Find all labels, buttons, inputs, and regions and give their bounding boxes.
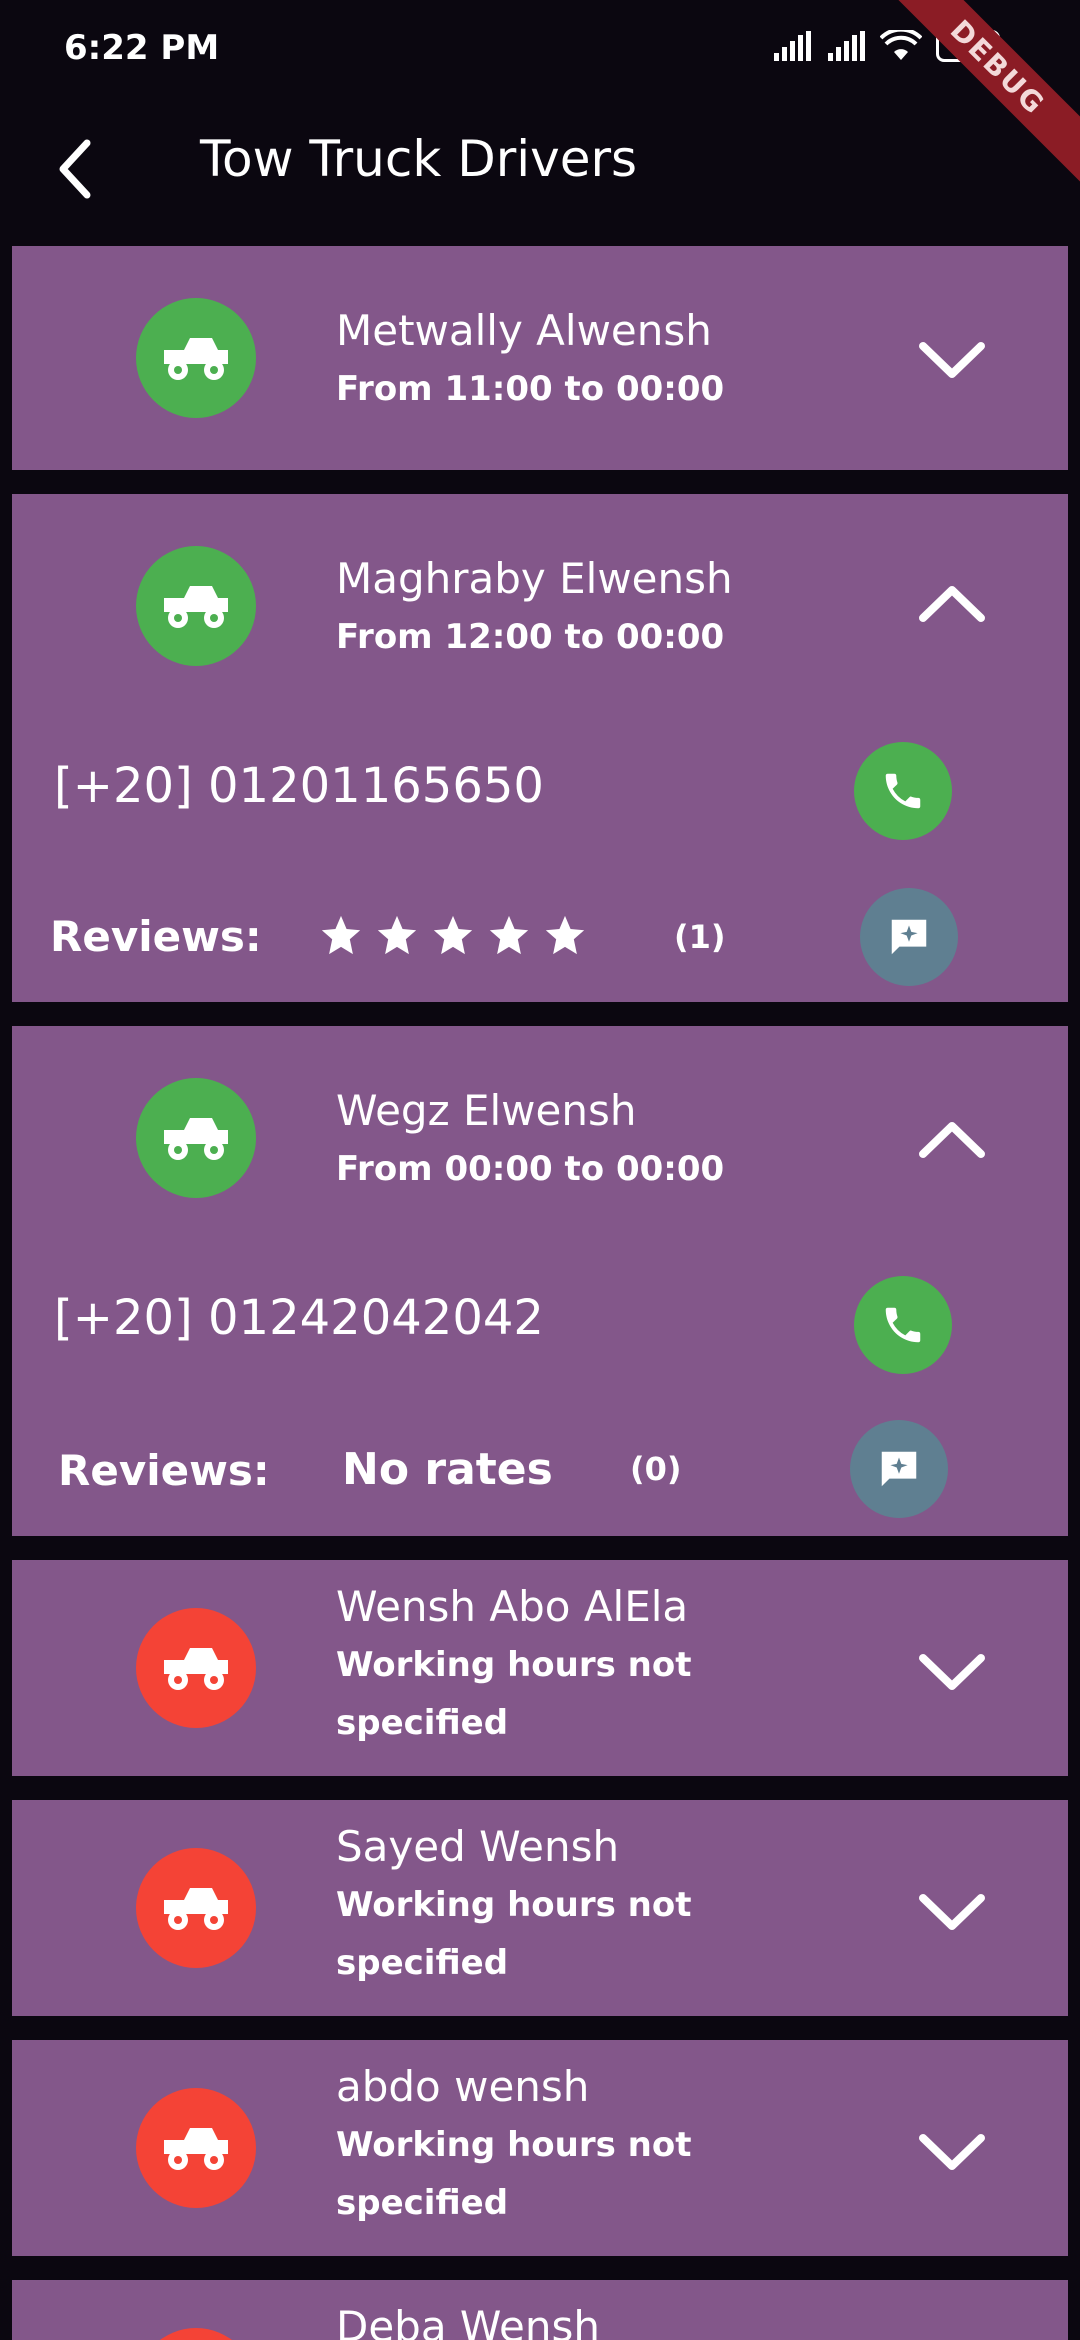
driver-name: Deba Wensh (336, 2302, 600, 2340)
add-review-icon (891, 919, 927, 955)
expand-button[interactable] (912, 2122, 992, 2182)
driver-card[interactable]: Wensh Abo AlEla Working hours not specif… (12, 1560, 1068, 1776)
star-icon (489, 915, 529, 955)
collapse-button[interactable] (912, 574, 992, 634)
tow-truck-icon (164, 338, 228, 380)
status-time: 6:22 PM (64, 28, 220, 68)
driver-hours: From 12:00 to 00:00 (336, 617, 725, 657)
reviews-count: (1) (674, 918, 726, 956)
status-bar: 6:22 PM 46 DEBUG (0, 0, 1080, 197)
driver-name: Maghraby Elwensh (336, 554, 733, 603)
driver-name: Metwally Alwensh (336, 306, 712, 355)
driver-hours: Working hours not specified (336, 1645, 692, 1743)
tow-truck-icon (164, 1888, 228, 1930)
driver-avatar (136, 298, 256, 418)
driver-name: abdo wensh (336, 2062, 590, 2111)
expand-button[interactable] (912, 1882, 992, 1942)
chevron-down-icon (919, 1894, 985, 1930)
driver-hours: Working hours not specified (336, 2125, 692, 2223)
driver-card[interactable]: Wegz Elwensh From 00:00 to 00:00 [+20] 0… (12, 1026, 1068, 1536)
reviews-label: Reviews: (58, 1446, 270, 1495)
add-review-icon (881, 1451, 917, 1487)
chevron-down-icon (919, 342, 985, 378)
driver-hours: Working hours not specified (336, 1885, 692, 1983)
expand-button[interactable] (912, 1642, 992, 1702)
wifi-icon (880, 30, 922, 60)
tow-truck-icon (164, 1118, 228, 1160)
driver-name: Wegz Elwensh (336, 1086, 637, 1135)
tow-truck-icon (164, 586, 228, 628)
back-button[interactable] (30, 124, 120, 214)
no-rates-text: No rates (342, 1444, 553, 1495)
driver-hours: From 11:00 to 00:00 (336, 369, 725, 409)
driver-avatar (136, 1848, 256, 1968)
driver-name: Wensh Abo AlEla (336, 1582, 689, 1631)
driver-avatar (136, 2088, 256, 2208)
add-review-button[interactable] (850, 1420, 948, 1518)
chevron-down-icon (919, 2134, 985, 2170)
app-bar: Tow Truck Drivers (0, 100, 1080, 240)
phone-icon (885, 1307, 921, 1343)
chevron-down-icon (919, 1654, 985, 1690)
driver-card[interactable]: Maghraby Elwensh From 12:00 to 00:00 [+2… (12, 494, 1068, 1002)
driver-hours: From 00:00 to 00:00 (336, 1149, 725, 1189)
driver-card[interactable]: Metwally Alwensh From 11:00 to 00:00 (12, 246, 1068, 470)
driver-card[interactable]: Sayed Wensh Working hours not specified (12, 1800, 1068, 2016)
driver-card[interactable]: abdo wensh Working hours not specified (12, 2040, 1068, 2256)
chevron-up-icon (919, 1122, 985, 1158)
rating-stars (318, 912, 588, 958)
chevron-up-icon (919, 586, 985, 622)
call-button[interactable] (854, 742, 952, 840)
driver-card[interactable]: Deba Wensh (12, 2280, 1068, 2340)
driver-avatar (136, 1078, 256, 1198)
driver-name: Sayed Wensh (336, 1822, 620, 1871)
tow-truck-icon (164, 1648, 228, 1690)
driver-phone: [+20] 01201165650 (54, 758, 544, 814)
page-title: Tow Truck Drivers (200, 130, 638, 188)
phone-icon (885, 773, 921, 809)
add-review-button[interactable] (860, 888, 958, 986)
reviews-count: (0) (630, 1450, 682, 1488)
expand-button[interactable] (912, 330, 992, 390)
reviews-label: Reviews: (50, 912, 262, 961)
driver-avatar (136, 1608, 256, 1728)
driver-avatar (136, 546, 256, 666)
star-icon (321, 915, 361, 955)
back-arrow-icon (59, 139, 91, 199)
star-icon (433, 915, 473, 955)
driver-phone: [+20] 01242042042 (54, 1290, 544, 1346)
star-icon (545, 915, 585, 955)
signal-icon (774, 31, 811, 61)
collapse-button[interactable] (912, 1110, 992, 1170)
tow-truck-icon (164, 2128, 228, 2170)
call-button[interactable] (854, 1276, 952, 1374)
signal-icon-2 (828, 31, 865, 61)
star-icon (377, 915, 417, 955)
driver-avatar (136, 2328, 256, 2340)
